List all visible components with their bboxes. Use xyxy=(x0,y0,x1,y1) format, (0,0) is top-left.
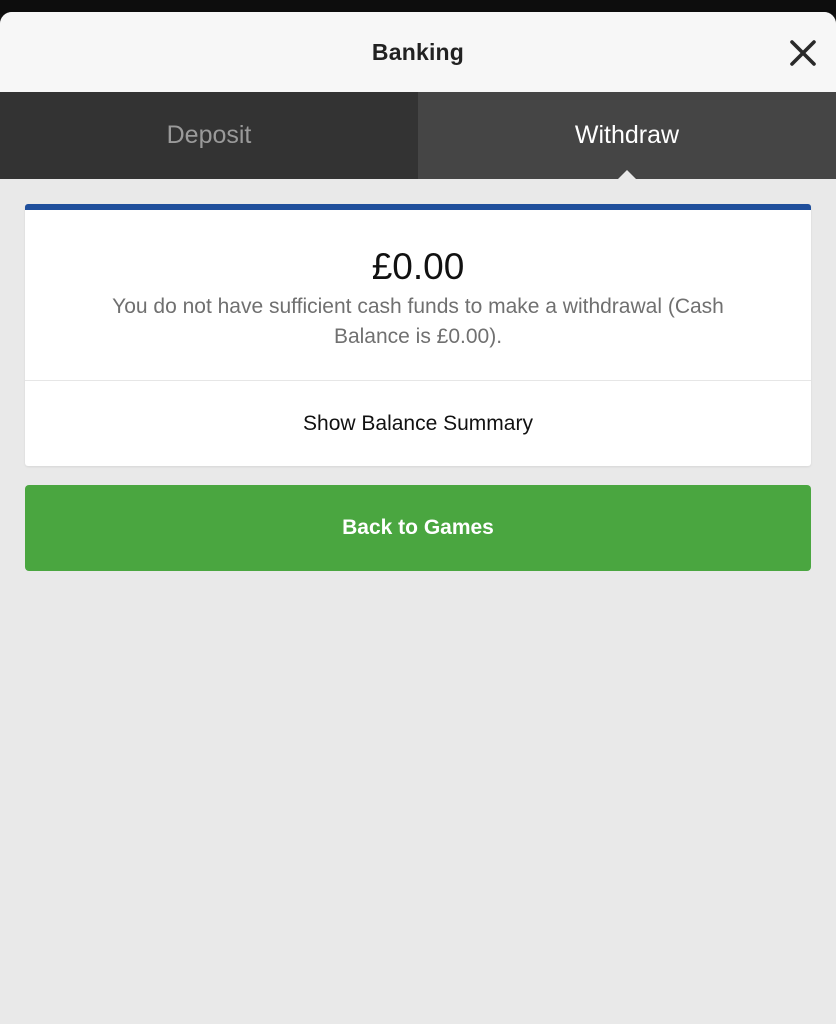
withdrawable-amount: £0.00 xyxy=(371,246,465,287)
tab-deposit-label: Deposit xyxy=(166,121,252,149)
close-button[interactable] xyxy=(788,38,818,68)
banking-modal: Banking Deposit Withdraw £0.00 You do no… xyxy=(0,12,836,1024)
show-balance-summary-button[interactable]: Show Balance Summary xyxy=(25,381,811,466)
modal-title: Banking xyxy=(371,38,465,65)
tab-deposit[interactable]: Deposit xyxy=(0,92,418,179)
close-icon xyxy=(790,40,816,66)
active-tab-indicator xyxy=(618,170,636,179)
tab-withdraw-label: Withdraw xyxy=(574,121,680,149)
banking-tabs: Deposit Withdraw xyxy=(0,92,836,179)
insufficient-funds-message: You do not have sufficient cash funds to… xyxy=(112,295,724,348)
back-to-games-button[interactable]: Back to Games xyxy=(25,485,811,571)
modal-header: Banking xyxy=(0,12,836,92)
withdraw-card: £0.00 You do not have sufficient cash fu… xyxy=(25,204,811,466)
tab-withdraw[interactable]: Withdraw xyxy=(418,92,836,179)
